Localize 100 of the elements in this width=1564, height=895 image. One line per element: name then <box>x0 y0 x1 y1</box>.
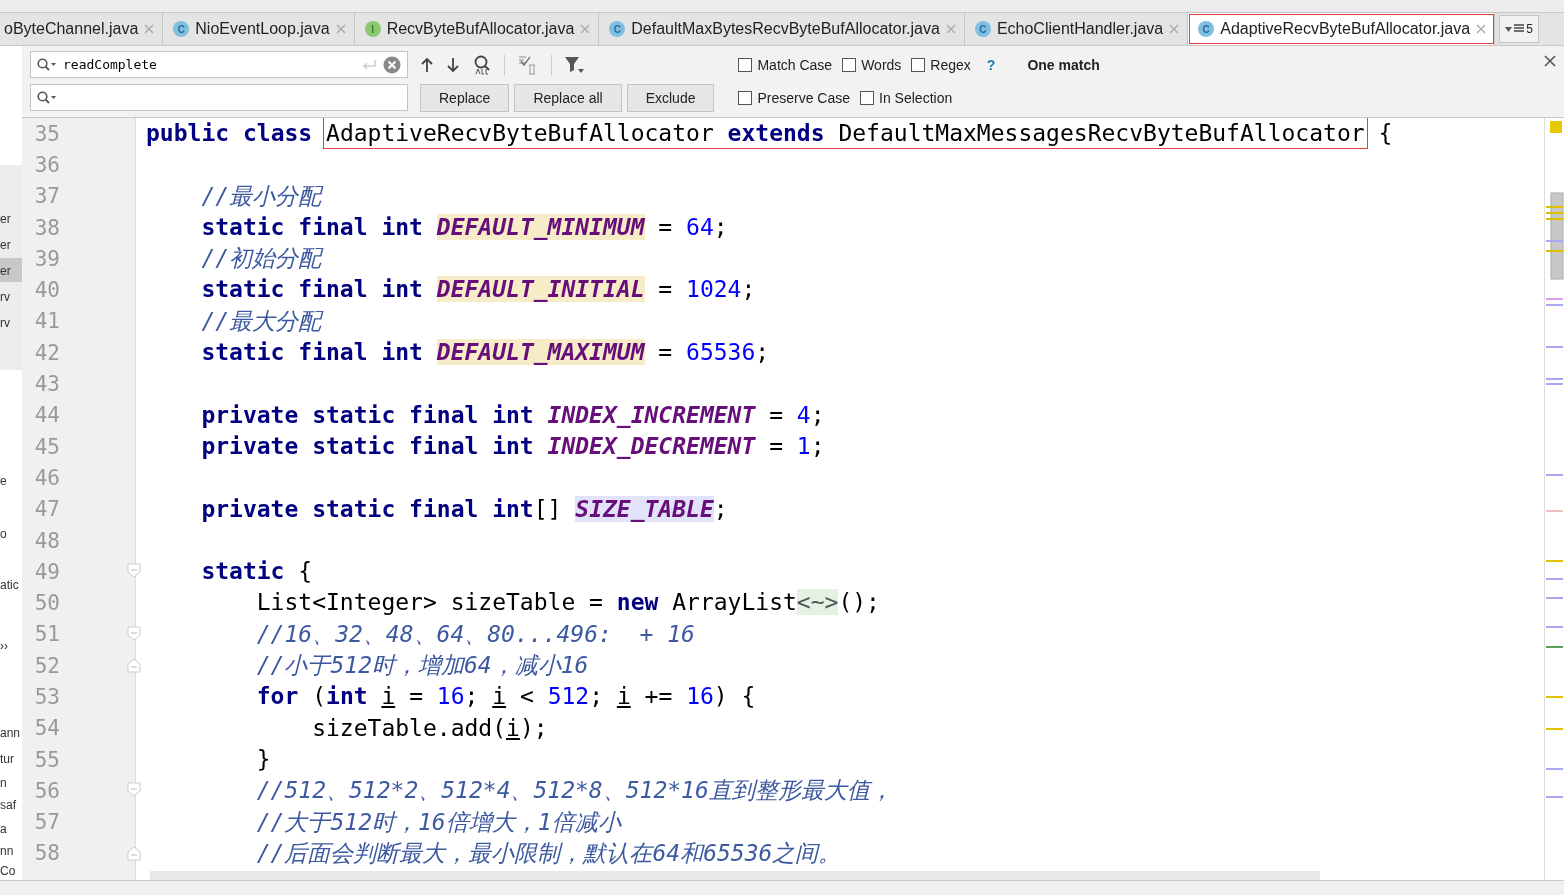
code-line: static { <box>200 557 313 587</box>
fold-icon[interactable] <box>127 782 141 799</box>
line-number: 35 <box>33 121 60 146</box>
panel-text: saf <box>0 798 16 812</box>
panel-text: er <box>0 238 11 252</box>
replace-button[interactable]: Replace <box>420 83 510 112</box>
panel-text: e <box>0 474 7 488</box>
fold-icon[interactable] <box>127 563 141 580</box>
panel-text: n <box>0 776 7 790</box>
find-all-icon[interactable] <box>472 54 492 75</box>
checkbox-option[interactable]: Preserve Case <box>738 89 851 106</box>
code-line: //最大分配 <box>200 306 322 336</box>
panel-text: er <box>0 264 11 278</box>
tab-label: EchoClientHandler.java <box>996 20 1164 38</box>
class-icon: C <box>609 21 626 37</box>
code-line: private static final int INDEX_INCREMENT = 4; <box>200 400 825 430</box>
enter-icon <box>361 58 377 71</box>
exclude-button[interactable]: Exclude <box>626 83 715 112</box>
code-line: sizeTable.add(i); <box>311 713 548 743</box>
line-number: 51 <box>33 622 60 647</box>
search-field[interactable]: readComplete <box>63 57 355 72</box>
panel-text: nn <box>0 844 14 858</box>
checkbox-option[interactable]: Match Case <box>738 56 833 73</box>
checkbox[interactable] <box>860 90 875 105</box>
line-number: 56 <box>33 778 60 803</box>
class-icon: C <box>974 21 991 37</box>
checkbox[interactable] <box>738 57 753 72</box>
line-number: 46 <box>33 465 60 490</box>
filter-icon[interactable] <box>564 55 584 74</box>
replace-field[interactable] <box>30 84 408 111</box>
help-link[interactable]: ? <box>986 56 996 73</box>
code-line: //后面会判断最大，最小限制，默认在64和65536之间。 <box>255 838 842 868</box>
checkbox[interactable] <box>842 57 857 72</box>
code-line: List<Integer> sizeTable = new ArrayList<~>(); <box>255 588 880 618</box>
line-number: 49 <box>33 559 60 584</box>
panel-text: er <box>0 212 11 226</box>
match-status: One match <box>1027 56 1100 73</box>
fold-icon[interactable] <box>127 657 141 674</box>
code-line: public class AdaptiveRecvByteBufAllocator extends DefaultMaxMessagesRecvByteBufAllocator { <box>146 118 1393 150</box>
clear-icon[interactable] <box>383 55 401 74</box>
line-number: 52 <box>33 653 60 678</box>
tab-label: AdaptiveRecvByteBufAllocator.java <box>1220 20 1471 38</box>
line-number: 41 <box>33 309 60 334</box>
checkbox[interactable] <box>738 90 753 105</box>
fold-icon[interactable] <box>127 625 141 642</box>
editor-tab[interactable]: C AdaptiveRecvByteBufAllocator.java <box>1188 13 1496 45</box>
checkbox-option[interactable]: Words <box>842 56 902 73</box>
code-line: //大于512时，16倍增大，1倍减小 <box>255 807 621 837</box>
down-arrow-icon[interactable] <box>446 56 460 73</box>
line-number: 53 <box>33 685 60 709</box>
class-icon: C <box>1198 21 1215 37</box>
code-line: static final int DEFAULT_MINIMUM = 64; <box>200 212 728 242</box>
panel-text: ›› <box>0 639 8 653</box>
panel-text: a <box>0 822 7 836</box>
search-box[interactable]: readComplete <box>30 51 408 78</box>
tab-list-button[interactable]: 5 <box>1499 15 1539 43</box>
panel-text: o <box>0 527 7 541</box>
tab-label: DefaultMaxBytesRecvByteBufAllocator.java <box>631 20 940 38</box>
line-number: 55 <box>33 747 60 772</box>
code-line: static final int DEFAULT_INITIAL = 1024; <box>200 275 756 305</box>
replace-all-button[interactable]: Replace all <box>514 83 622 112</box>
code-line: //小于512时，增加64，减小16 <box>255 651 589 681</box>
checkbox-option[interactable]: In Selection <box>860 89 953 106</box>
line-number: 48 <box>33 528 60 553</box>
panel-text: atic <box>0 578 19 592</box>
code-line: for (int i = 16; i < 512; i += 16) { <box>255 682 756 712</box>
line-number: 43 <box>33 372 60 396</box>
code-line: static final int DEFAULT_MAXIMUM = 65536; <box>200 338 770 368</box>
caret-icon <box>1505 26 1513 32</box>
code-line: //16、32、48、64、80...496: + 16 <box>255 619 695 649</box>
panel-text: Co <box>0 864 16 878</box>
panel-text: tur <box>0 752 14 766</box>
fold-icon[interactable] <box>127 844 141 861</box>
search-icon <box>37 90 57 105</box>
line-number: 37 <box>33 184 60 209</box>
line-number: 42 <box>33 340 60 365</box>
tab-label: NioEventLoop.java <box>195 20 330 38</box>
code-line: //最小分配 <box>200 181 322 211</box>
panel-text: ann <box>0 726 21 740</box>
line-number: 57 <box>33 810 60 835</box>
up-arrow-icon[interactable] <box>420 56 434 73</box>
line-number: 44 <box>33 403 60 428</box>
close-icon[interactable] <box>1544 55 1556 67</box>
line-number: 39 <box>33 246 60 271</box>
code-line: //512、512*2、512*4、512*8、512*16直到整形最大值， <box>255 776 893 806</box>
panel-text: rv <box>0 290 10 304</box>
class-icon: C <box>173 21 190 37</box>
line-number: 45 <box>33 434 60 459</box>
interface-icon: I <box>364 21 381 37</box>
horizontal-scrollbar[interactable] <box>150 871 1320 880</box>
line-number: 47 <box>33 497 60 522</box>
checkbox[interactable] <box>911 57 926 72</box>
checkbox-option[interactable]: Regex <box>911 56 971 73</box>
line-number: 58 <box>33 841 60 866</box>
tab-label: RecvByteBufAllocator.java <box>386 20 575 38</box>
panel-text: rv <box>0 316 10 330</box>
line-number: 50 <box>33 591 60 616</box>
selected-row <box>0 258 22 282</box>
code-line: //初始分配 <box>200 244 322 274</box>
list-icon <box>1514 24 1525 34</box>
